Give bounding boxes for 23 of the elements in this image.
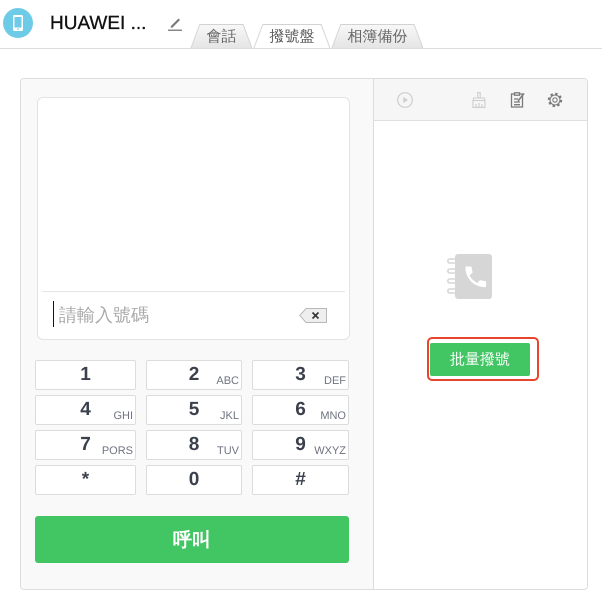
keypad-key[interactable]: 7 PORS xyxy=(35,430,136,460)
number-input-field[interactable]: 請輸入號碼 xyxy=(46,300,299,330)
keypad-key[interactable]: 8 TUV xyxy=(146,430,242,460)
keypad-key[interactable]: 5 JKL xyxy=(146,395,242,425)
contact-book-phone-icon xyxy=(447,254,492,299)
backspace-icon[interactable] xyxy=(299,308,327,323)
keypad-key[interactable]: * xyxy=(35,465,136,495)
keypad-key[interactable]: 0 xyxy=(146,465,242,495)
tab[interactable]: 相簿備份 xyxy=(331,24,424,48)
keypad-key[interactable]: 9 WXYZ xyxy=(252,430,349,460)
keypad-key[interactable]: # xyxy=(252,465,349,495)
device-title: HUAWEI ... xyxy=(50,12,146,36)
keypad-key[interactable]: 3 DEF xyxy=(252,360,349,390)
text-cursor xyxy=(53,301,54,327)
keypad-key[interactable]: 6 MNO xyxy=(252,395,349,425)
tab[interactable]: 撥號盤 xyxy=(253,24,330,48)
notes-icon[interactable] xyxy=(509,92,525,108)
settings-icon[interactable] xyxy=(547,92,563,108)
keypad-key[interactable]: 4 GHI xyxy=(35,395,136,425)
phone-device-icon xyxy=(3,8,33,38)
keypad-key[interactable]: 1 xyxy=(35,360,136,390)
tab[interactable]: 會話 xyxy=(190,24,252,48)
keypad-key[interactable]: 2 ABC xyxy=(146,360,242,390)
